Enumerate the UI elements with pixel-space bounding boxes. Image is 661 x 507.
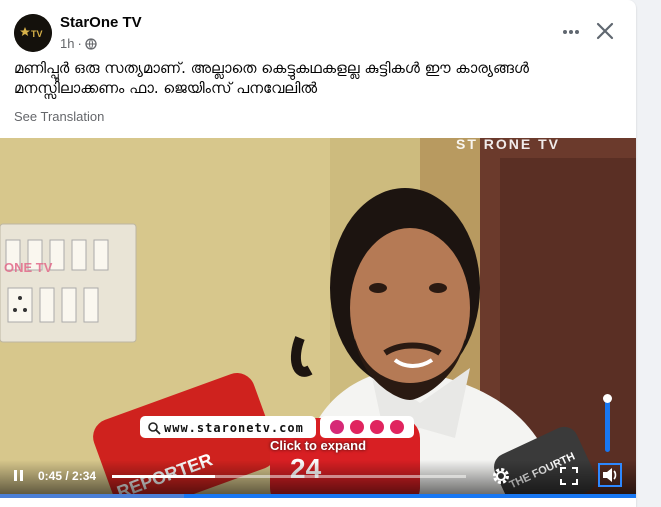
post-card: TV StarOne TV 1h · മണിപ്പൂർ ഒരു സത്യമാണ്… — [0, 0, 636, 507]
close-button[interactable] — [592, 18, 618, 44]
fullscreen-icon — [560, 467, 578, 485]
post-meta: 1h · — [60, 36, 97, 51]
pause-button[interactable] — [12, 468, 26, 484]
instagram-icon — [330, 420, 344, 434]
pause-icon — [14, 470, 17, 481]
volume-icon — [603, 468, 617, 482]
playback-time: 0:45 / 2:34 — [38, 469, 96, 483]
bottom-progress-fill — [0, 494, 185, 498]
video-bottom-progress — [0, 494, 636, 498]
fullscreen-button[interactable] — [558, 465, 580, 487]
more-options-button[interactable] — [558, 22, 584, 42]
panel-watermark: ONE TV — [4, 260, 53, 275]
avatar[interactable]: TV — [14, 14, 52, 52]
progress-fill — [112, 475, 215, 478]
website-banner: www.staronetv.com — [140, 416, 414, 438]
meta-dot: · — [77, 36, 82, 51]
facebook-icon — [370, 420, 384, 434]
globe-icon — [85, 37, 97, 50]
post-header: TV StarOne TV 1h · — [14, 12, 624, 56]
gear-icon — [493, 468, 509, 484]
post-caption: മണിപ്പൂർ ഒരു സത്യമാണ്. അല്ലാതെ കെട്ടുകഥക… — [14, 59, 529, 97]
time-separator: / — [62, 469, 73, 483]
more-icon — [563, 30, 579, 34]
twitter-icon — [350, 420, 364, 434]
volume-knob[interactable] — [603, 394, 612, 403]
volume-slider[interactable] — [603, 390, 612, 454]
website-text: www.staronetv.com — [164, 421, 304, 435]
click-to-expand-hint[interactable]: Click to expand — [0, 438, 636, 453]
page-name[interactable]: StarOne TV — [60, 14, 142, 31]
current-time: 0:45 — [38, 469, 63, 483]
close-icon — [596, 22, 614, 40]
duration: 2:34 — [72, 469, 97, 483]
video-controls: 0:45 / 2:34 — [0, 460, 636, 494]
avatar-text: TV — [31, 29, 43, 39]
post-time[interactable]: 1h — [60, 36, 74, 51]
see-translation-link[interactable]: See Translation — [14, 109, 104, 124]
settings-button[interactable] — [490, 465, 512, 487]
progress-bar[interactable] — [112, 475, 466, 478]
switch-panel: ONE TV — [0, 223, 137, 343]
channel-watermark: ST RONE TV — [456, 138, 560, 152]
volume-button[interactable] — [598, 463, 622, 487]
volume-track — [605, 400, 610, 452]
video-player[interactable]: ONE TV REPORTER 24 — [0, 138, 636, 494]
youtube-icon — [390, 420, 404, 434]
